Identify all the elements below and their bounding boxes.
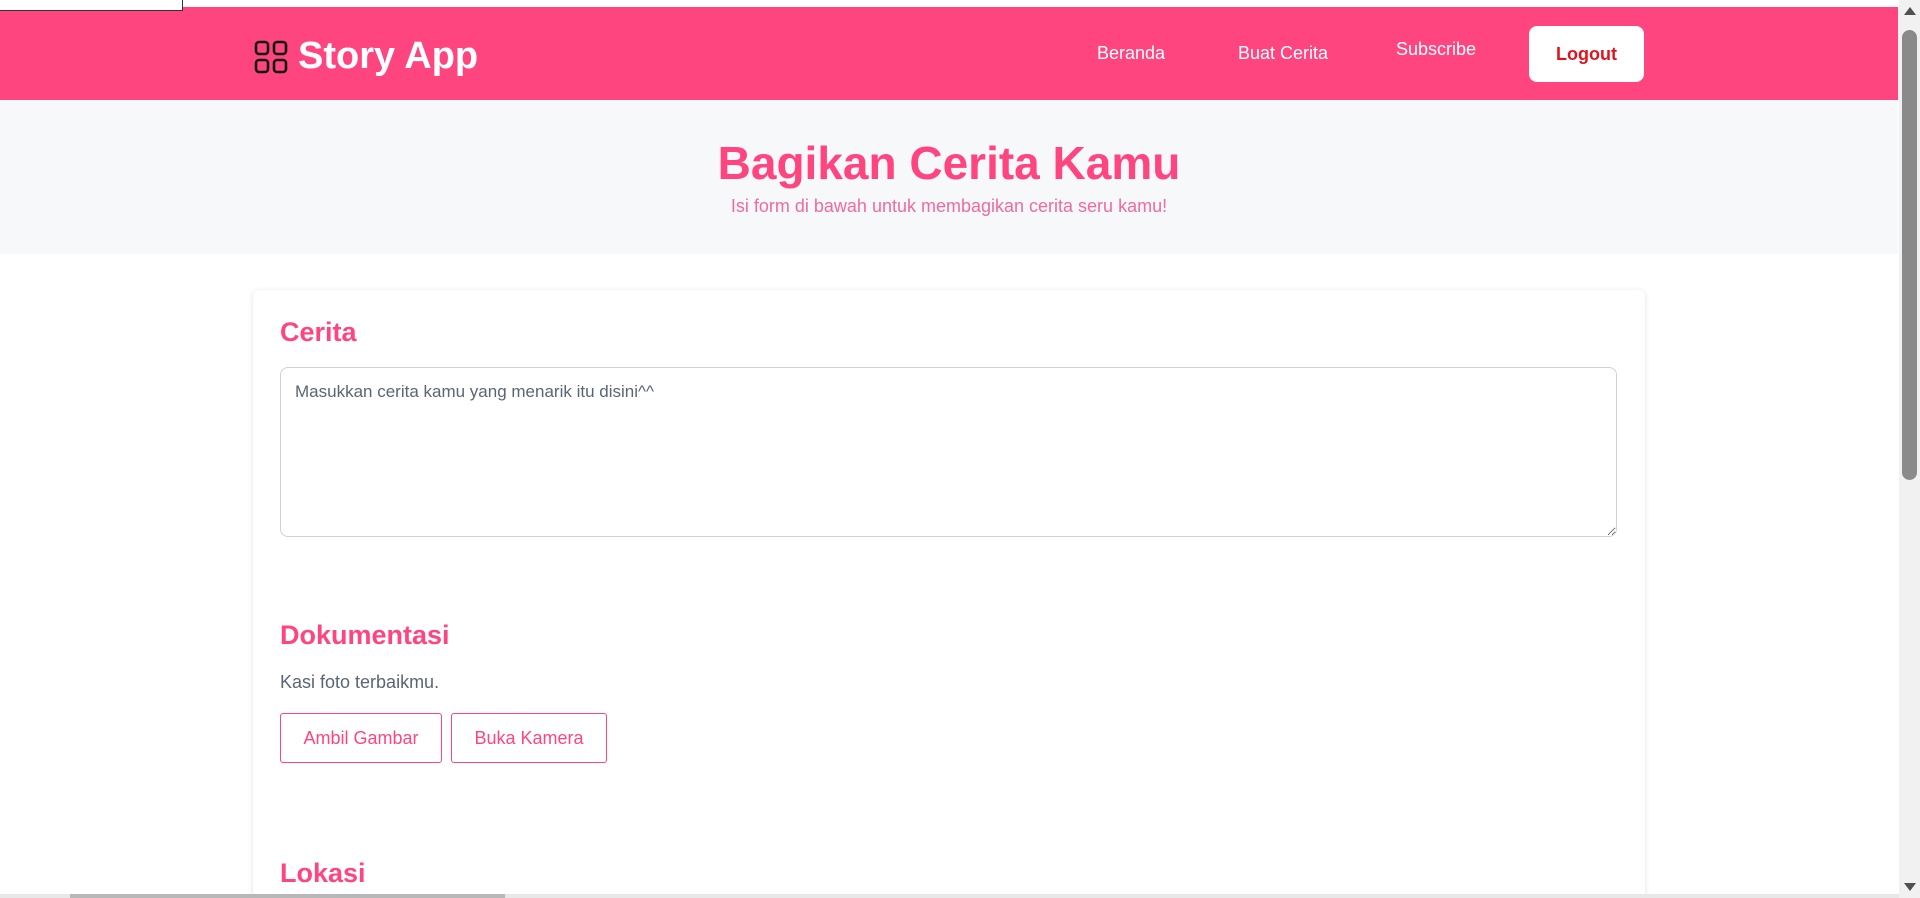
brand[interactable]: Story App [254,35,478,78]
open-camera-button[interactable]: Buka Kamera [451,713,607,763]
documentation-section-title: Dokumentasi [280,620,450,650]
nav-link-beranda[interactable]: Beranda [1097,43,1165,64]
page-subtitle: Isi form di bawah untuk membagikan cerit… [730,196,1168,216]
scroll-up-arrow-icon[interactable] [1904,7,1916,15]
brand-name: Story App [298,35,479,77]
app-header: Story App Beranda Buat Cerita Subscribe … [0,7,1898,100]
grid-icon [254,40,288,73]
skip-link-outline [0,0,183,11]
horizontal-scrollbar-thumb[interactable] [70,894,505,898]
page-title: Bagikan Cerita Kamu [717,137,1181,189]
story-form-card: Cerita Dokumentasi Kasi foto terbaikmu. … [253,290,1645,898]
scrollbar-thumb[interactable] [1902,30,1917,480]
story-section-title: Cerita [280,317,357,347]
documentation-description: Kasi foto terbaikmu. [280,672,440,692]
location-section-title: Lokasi [280,858,366,888]
horizontal-scrollbar[interactable] [0,894,1899,898]
nav-link-subscribe[interactable]: Subscribe [1396,39,1476,60]
pick-image-button[interactable]: Ambil Gambar [280,713,442,763]
hero-section: Bagikan Cerita Kamu Isi form di bawah un… [0,100,1898,254]
story-textarea[interactable] [280,367,1617,537]
logout-button[interactable]: Logout [1529,26,1644,82]
scroll-down-arrow-icon[interactable] [1904,883,1916,891]
page: Story App Beranda Buat Cerita Subscribe … [0,0,1920,898]
nav-link-buat-cerita[interactable]: Buat Cerita [1238,43,1328,64]
vertical-scrollbar[interactable] [1899,0,1920,898]
